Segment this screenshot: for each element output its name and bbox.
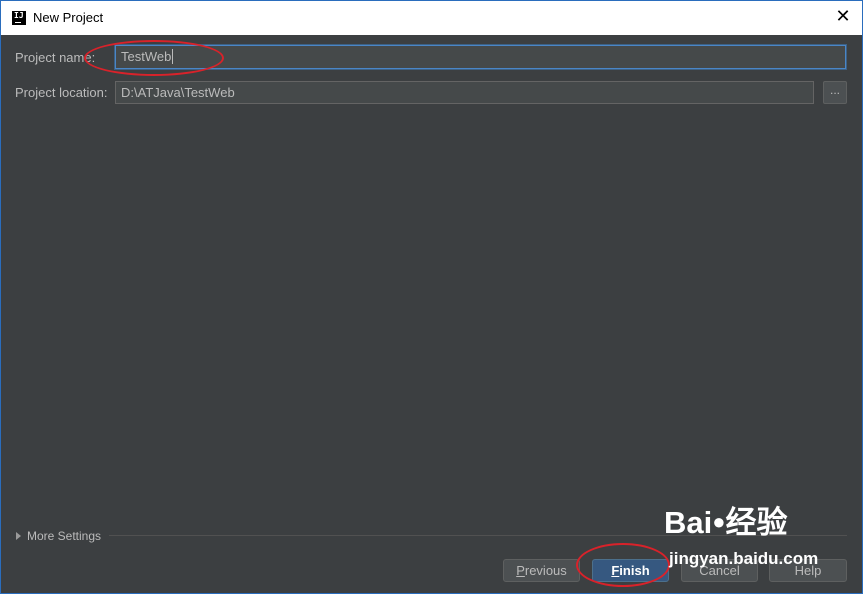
- project-location-label: Project location:: [15, 85, 108, 100]
- more-settings-divider: [109, 535, 847, 536]
- project-location-input[interactable]: D:\ATJava\TestWeb: [115, 81, 814, 104]
- more-settings-label: More Settings: [27, 529, 102, 543]
- triangle-right-icon: [16, 532, 21, 540]
- browse-button[interactable]: ...: [823, 81, 847, 104]
- close-icon[interactable]: ✕: [828, 2, 858, 32]
- intellij-icon: IJ: [12, 11, 26, 25]
- previous-button[interactable]: Previous: [503, 559, 580, 582]
- project-name-label: Project name:: [15, 50, 96, 65]
- project-name-input[interactable]: TestWeb: [115, 45, 846, 69]
- title-bar[interactable]: IJ New Project ✕: [1, 1, 862, 35]
- finish-button[interactable]: Finish: [592, 559, 669, 582]
- text-caret: [172, 49, 174, 64]
- help-button[interactable]: Help: [769, 559, 847, 582]
- more-settings-toggle[interactable]: More Settings: [16, 529, 101, 545]
- cancel-button[interactable]: Cancel: [681, 559, 758, 582]
- project-name-value: TestWeb: [121, 49, 172, 64]
- dialog-content: Project name: TestWeb Project location: …: [1, 35, 862, 593]
- new-project-dialog: IJ New Project ✕ Project name: TestWeb P…: [0, 0, 863, 594]
- window-title: New Project: [33, 10, 104, 25]
